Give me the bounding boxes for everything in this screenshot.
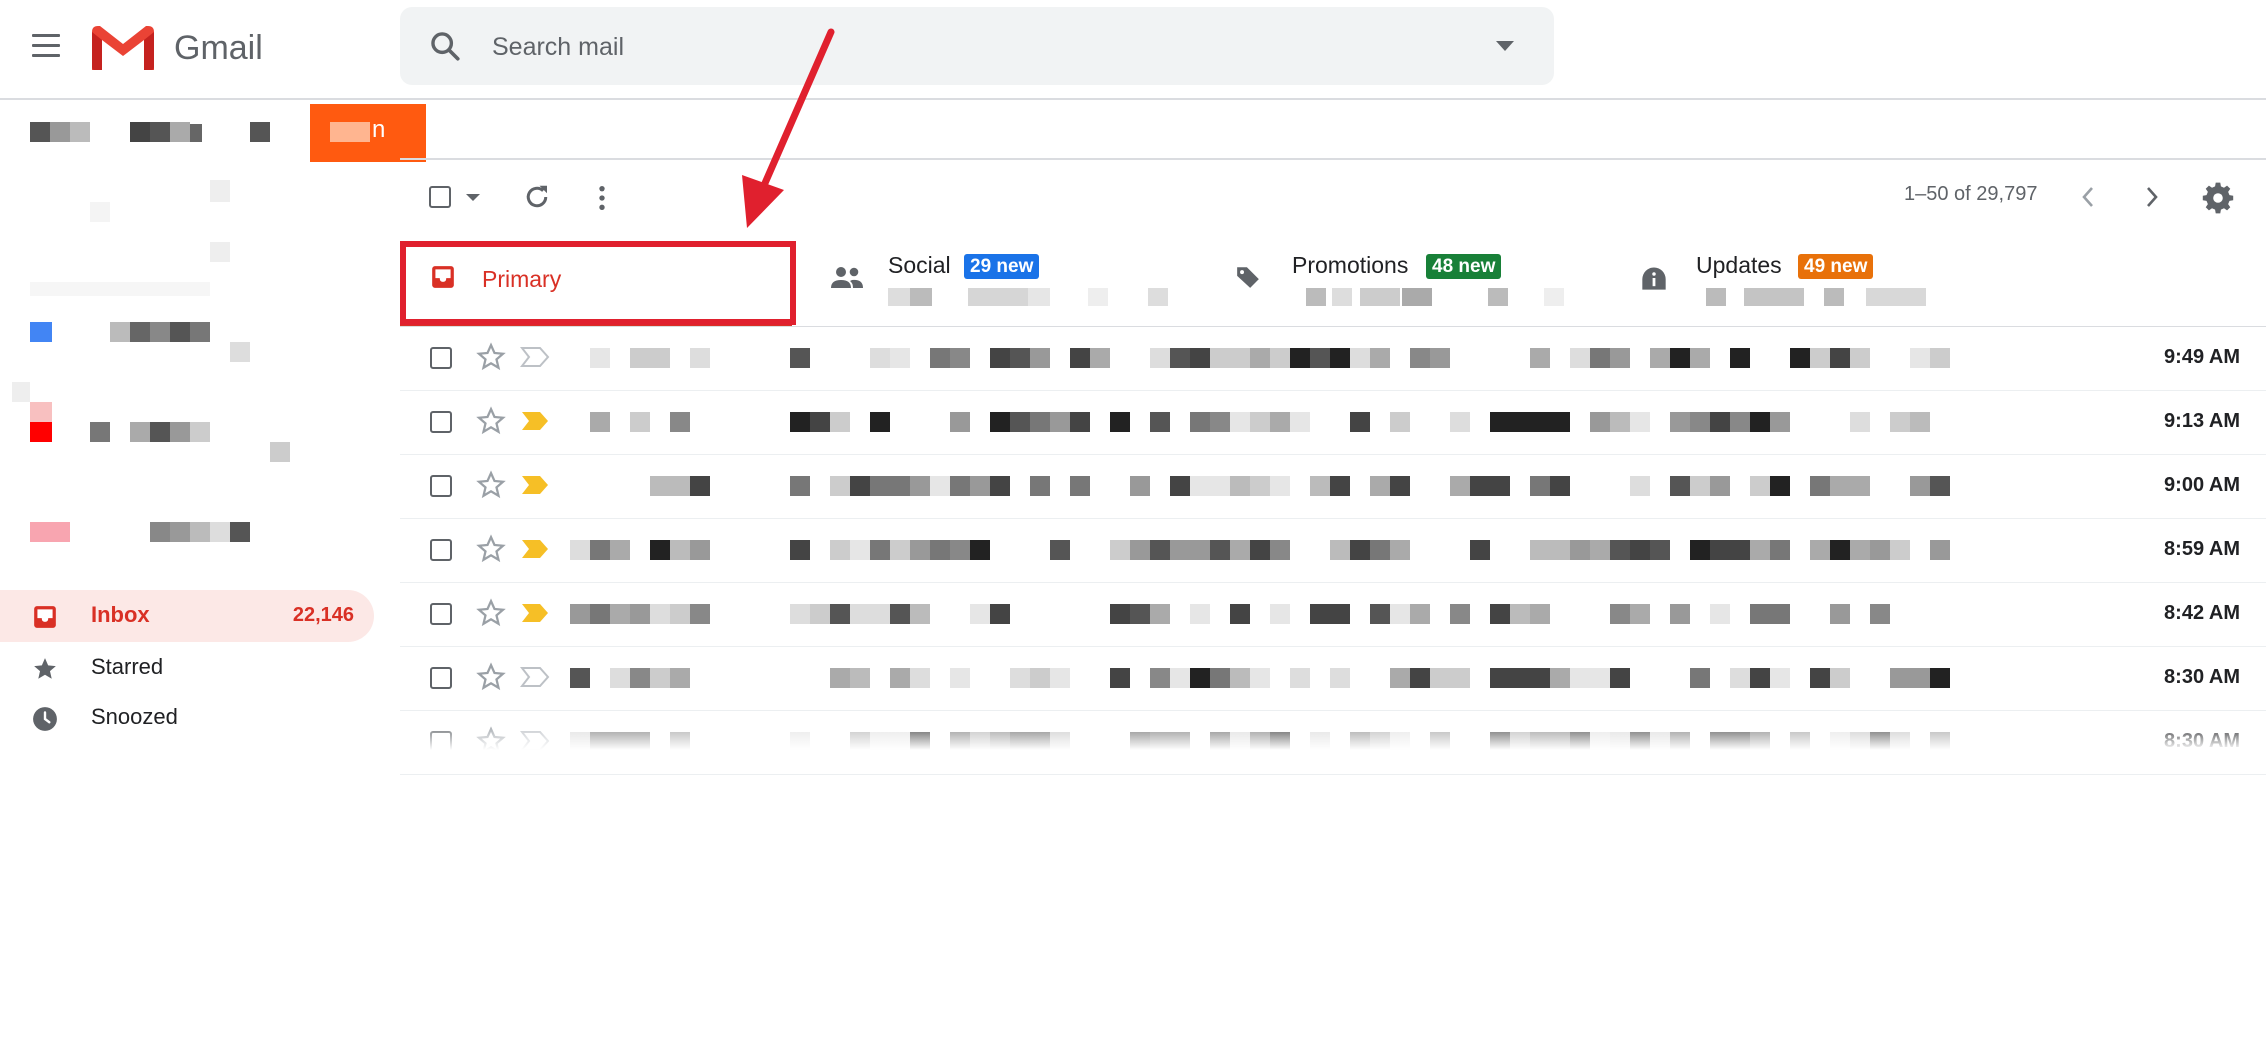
search-icon[interactable] [428, 29, 462, 63]
importance-outline-icon[interactable] [519, 666, 550, 688]
pagination-info: 1–50 of 29,797 [1904, 183, 2038, 205]
sidebar-item-snoozed[interactable]: Snoozed [0, 692, 374, 744]
star-outline-icon[interactable] [476, 342, 506, 372]
tab-label: Updates [1696, 252, 1782, 278]
gmail-wordmark[interactable]: Gmail [174, 24, 263, 72]
header-divider [0, 98, 2266, 100]
people-icon [830, 264, 864, 295]
annotation-highlight-box [400, 241, 796, 325]
row-checkbox[interactable] [430, 475, 452, 497]
inbox-unread-count: 22,146 [292, 604, 354, 626]
search-input[interactable] [490, 25, 1394, 69]
sidebar-item-label: Inbox [91, 602, 150, 627]
more-vert-icon[interactable] [596, 184, 608, 217]
search-options-caret-icon[interactable] [1496, 41, 1514, 51]
gmail-logo-icon [92, 26, 154, 70]
importance-marker-icon[interactable] [520, 410, 550, 432]
select-all-checkbox[interactable] [429, 186, 451, 208]
email-row[interactable]: 9:49 AM [400, 326, 2266, 391]
tab-label: Promotions [1292, 252, 1409, 278]
email-row[interactable]: 8:30 AM [400, 646, 2266, 711]
select-dropdown-caret-icon[interactable] [466, 194, 480, 201]
email-time: 8:42 AM [2164, 602, 2240, 624]
star-outline-icon[interactable] [476, 406, 506, 436]
inbox-icon [32, 604, 58, 630]
row-checkbox[interactable] [430, 667, 452, 689]
row-checkbox[interactable] [430, 347, 452, 369]
email-time: 8:30 AM [2164, 666, 2240, 688]
search-bar[interactable] [400, 7, 1554, 85]
email-time: 9:49 AM [2164, 346, 2240, 368]
importance-outline-icon[interactable] [519, 346, 550, 368]
email-time: 9:00 AM [2164, 474, 2240, 496]
gear-icon[interactable] [2202, 182, 2234, 219]
email-time: 8:59 AM [2164, 538, 2240, 560]
new-count-badge: 49 new [1798, 254, 1874, 279]
tab-updates[interactable]: Updates 49 new [1636, 238, 2056, 326]
tab-social[interactable]: Social 29 new [826, 238, 1226, 326]
list-fade [400, 722, 2266, 762]
chevron-left-icon[interactable] [2078, 184, 2098, 215]
star-outline-icon[interactable] [476, 662, 506, 692]
new-count-badge: 29 new [964, 254, 1040, 279]
annotation-arrow [742, 28, 835, 228]
tab-promotions[interactable]: Promotions 48 new [1232, 238, 1632, 326]
sidebar-item-inbox[interactable]: Inbox 22,146 [0, 590, 374, 642]
chevron-right-icon[interactable] [2142, 184, 2162, 215]
email-row[interactable]: 8:59 AM [400, 518, 2266, 583]
star-outline-icon[interactable] [476, 598, 506, 628]
email-row[interactable]: 9:00 AM [400, 454, 2266, 519]
subheader-divider [400, 158, 2266, 160]
star-icon [32, 656, 58, 682]
importance-marker-icon[interactable] [520, 538, 550, 560]
row-checkbox[interactable] [430, 411, 452, 433]
email-row[interactable]: 9:13 AM [400, 390, 2266, 455]
main-menu-button[interactable] [28, 32, 64, 62]
row-checkbox[interactable] [430, 539, 452, 561]
row-checkbox[interactable] [430, 603, 452, 625]
importance-marker-icon[interactable] [520, 474, 550, 496]
email-time: 9:13 AM [2164, 410, 2240, 432]
importance-marker-icon[interactable] [520, 602, 550, 624]
tag-icon [1234, 264, 1262, 295]
tab-label: Social [888, 252, 951, 278]
info-icon [1640, 264, 1668, 297]
star-outline-icon[interactable] [476, 470, 506, 500]
sidebar-item-starred[interactable]: Starred [0, 642, 374, 694]
sidebar-item-label: Snoozed [91, 704, 178, 729]
star-outline-icon[interactable] [476, 534, 506, 564]
sidebar-item-label: Starred [91, 654, 164, 679]
refresh-icon[interactable] [522, 182, 552, 217]
redacted-button-text: n [372, 116, 386, 143]
clock-icon [32, 706, 58, 732]
new-count-badge: 48 new [1426, 254, 1502, 279]
email-row[interactable]: 8:42 AM [400, 582, 2266, 647]
